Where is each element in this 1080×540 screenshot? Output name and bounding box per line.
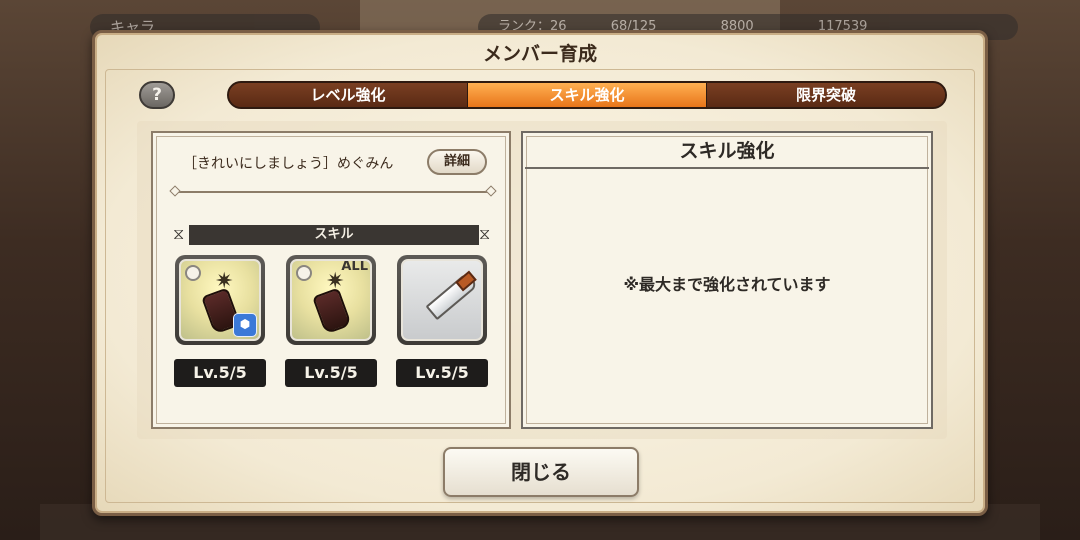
tab-skill-up[interactable]: スキル強化	[468, 83, 707, 107]
skill-header: スキル	[189, 225, 479, 245]
bottle-all-icon: ALL ✷	[290, 259, 372, 341]
skill-2-level: Lv.5/5	[285, 359, 377, 387]
divider	[177, 191, 489, 193]
character-name: ［きれいにしましょう］めぐみん	[183, 156, 394, 172]
skill-enhance-panel: スキル強化 ※最大まで強化されています	[521, 131, 933, 429]
bottle-burst-icon: ✷ ⬢	[179, 259, 261, 341]
character-skill-panel: ［きれいにしましょう］めぐみん 詳細 ⧖ スキル ⧖ ✷ ⬢ Lv.5/5 AL…	[151, 131, 511, 429]
max-level-message: ※最大まで強化されています	[623, 275, 831, 294]
skill-slot-1[interactable]: ✷ ⬢	[175, 255, 265, 345]
training-tabs: レベル強化 スキル強化 限界突破	[227, 81, 947, 109]
tab-level-up[interactable]: レベル強化	[229, 83, 468, 107]
ring-icon	[185, 265, 201, 281]
member-training-dialog: メンバー育成 ? レベル強化 スキル強化 限界突破 ［きれいにしましょう］めぐみ…	[92, 30, 988, 516]
spiked-sword-icon	[401, 259, 483, 341]
skill-3-level: Lv.5/5	[396, 359, 488, 387]
header-ornament-right-icon: ⧖	[479, 224, 491, 243]
hex-badge-icon: ⬢	[233, 313, 257, 337]
detail-button[interactable]: 詳細	[427, 149, 487, 175]
skill-enhance-title: スキル強化	[525, 135, 929, 169]
skill-1-level: Lv.5/5	[174, 359, 266, 387]
help-button[interactable]: ?	[139, 81, 175, 109]
ring-icon	[296, 265, 312, 281]
dialog-title: メンバー育成	[482, 43, 597, 65]
skill-slot-3[interactable]	[397, 255, 487, 345]
header-ornament-left-icon: ⧖	[173, 224, 185, 243]
tab-limit-break[interactable]: 限界突破	[707, 83, 945, 107]
close-button[interactable]: 閉じる	[443, 447, 639, 497]
skill-slot-2[interactable]: ALL ✷	[286, 255, 376, 345]
